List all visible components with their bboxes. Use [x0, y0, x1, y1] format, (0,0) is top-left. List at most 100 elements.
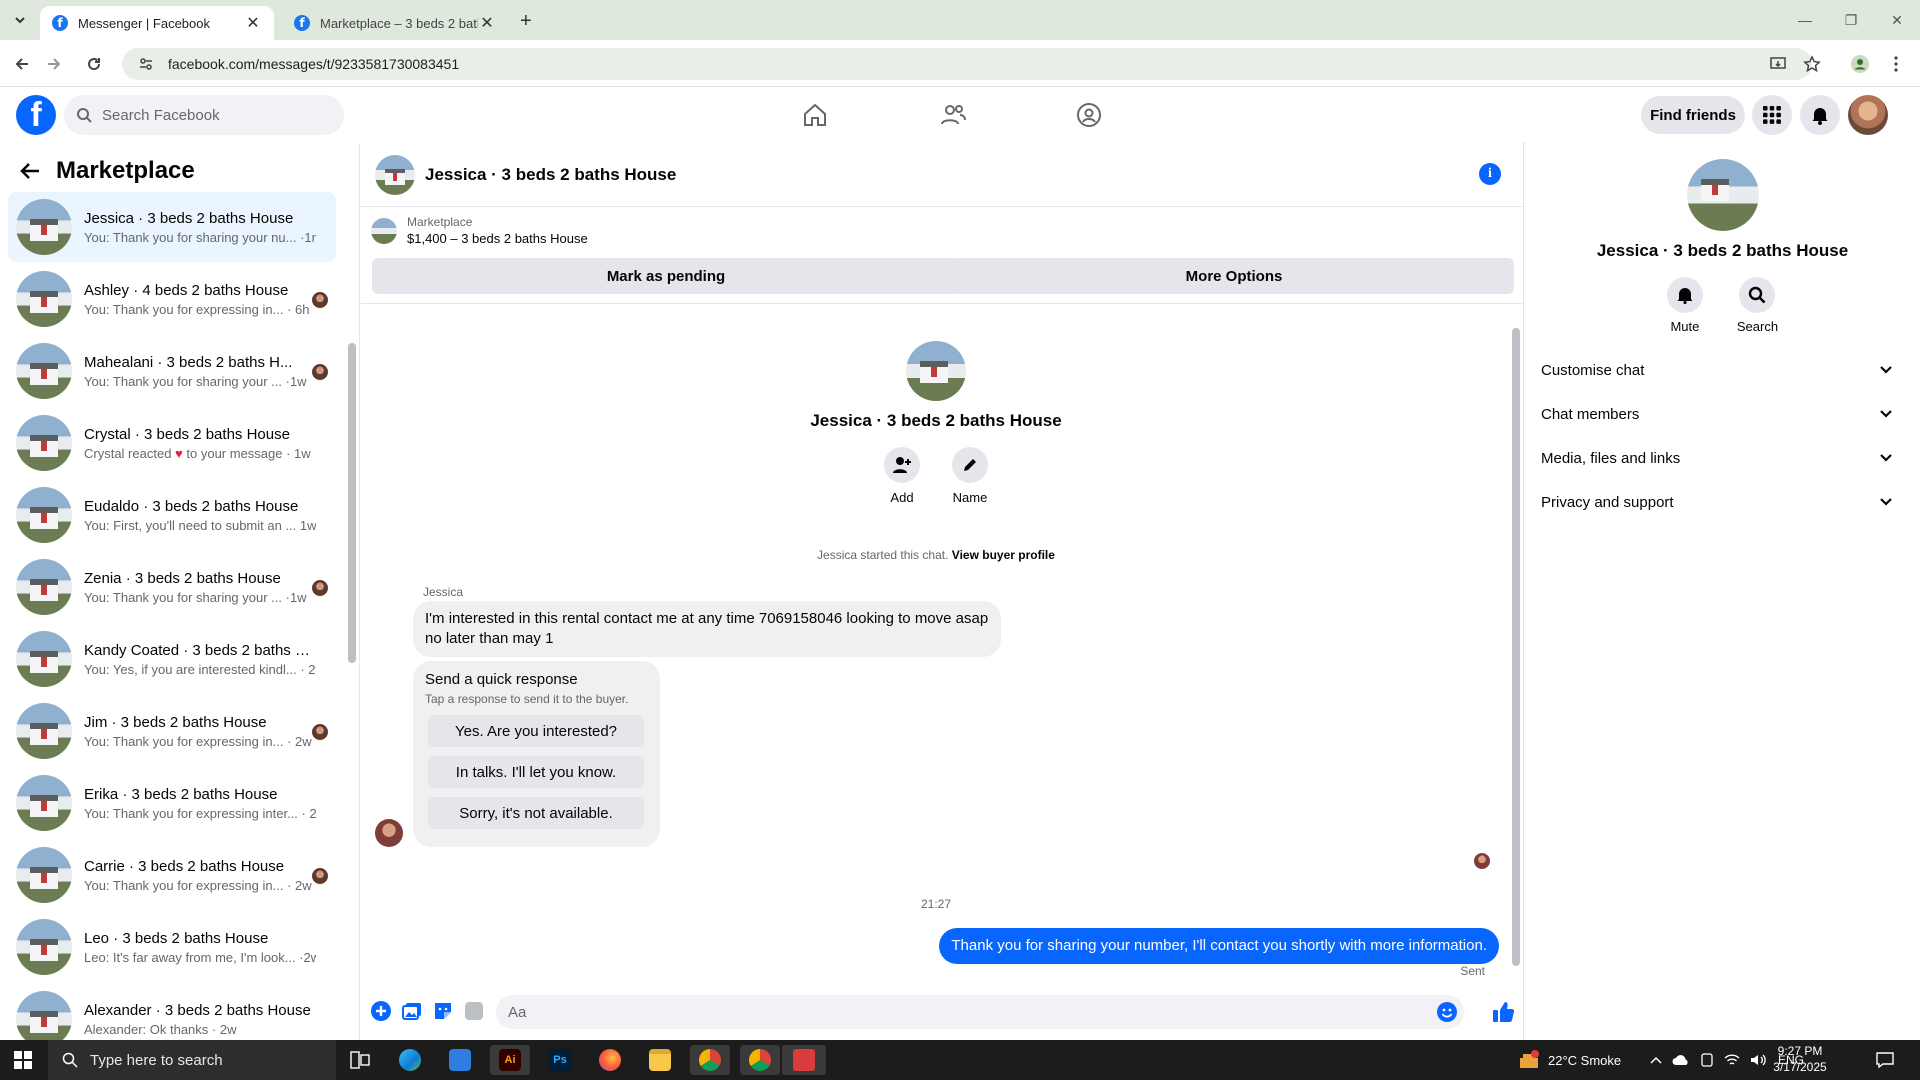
task-view-icon[interactable] — [340, 1045, 380, 1075]
marketplace-listing-bar[interactable]: Marketplace $1,400 – 3 beds 2 baths Hous… — [371, 215, 588, 246]
conversation-preview: Leo: It's far away from me, I'm look... … — [84, 949, 316, 965]
browser-tab-bar: f Messenger | Facebook ✕ f Marketplace –… — [0, 0, 1920, 40]
conversation-name: Eudaldo · 3 beds 2 baths House — [84, 497, 299, 515]
customise-chat-section[interactable]: Customise chat — [1525, 348, 1920, 392]
tab-marketplace[interactable]: f Marketplace – 3 beds 2 baths H ✕ — [282, 6, 508, 40]
name-chat-button[interactable]: Name — [952, 447, 988, 505]
tab-close-icon[interactable]: ✕ — [244, 14, 262, 32]
illustrator-app-icon[interactable]: Ai — [490, 1045, 530, 1075]
restore-icon[interactable]: ❐ — [1828, 0, 1874, 40]
facebook-logo[interactable]: f — [16, 95, 56, 135]
windows-start-icon[interactable] — [14, 1051, 32, 1069]
file-explorer-icon[interactable] — [640, 1045, 680, 1075]
listing-thumbnail[interactable] — [375, 154, 415, 195]
wifi-icon[interactable] — [1724, 1053, 1740, 1067]
browser-menu-icon[interactable] — [1884, 52, 1908, 76]
media-files-links-section[interactable]: Media, files and links — [1525, 436, 1920, 480]
taskbar-search-input[interactable]: Type here to search — [48, 1040, 336, 1080]
bell-icon — [1666, 277, 1703, 313]
quick-response-option[interactable]: In talks. I'll let you know. — [428, 756, 644, 788]
search-icon — [62, 1052, 78, 1068]
conversation-item[interactable]: Ashley · 4 beds 2 baths House You: Thank … — [8, 264, 336, 334]
account-avatar[interactable] — [1848, 95, 1888, 135]
facebook-search-input[interactable]: Search Facebook — [64, 95, 344, 135]
photo-gallery-icon[interactable] — [401, 1000, 423, 1022]
url-bar[interactable]: facebook.com/messages/t/9233581730083451 — [122, 48, 1812, 80]
groups-icon[interactable] — [1071, 97, 1107, 133]
new-tab-plus-icon[interactable]: + — [520, 10, 532, 33]
chat-scrollbar[interactable] — [1512, 328, 1520, 966]
tab-close-icon[interactable]: ✕ — [478, 14, 496, 32]
site-settings-icon[interactable] — [138, 56, 158, 72]
quick-response-option[interactable]: Yes. Are you interested? — [428, 715, 644, 747]
outgoing-message[interactable]: Thank you for sharing your number, I'll … — [939, 928, 1499, 964]
tab-search-chevron-icon[interactable] — [8, 8, 32, 32]
bookmark-star-icon[interactable] — [1800, 52, 1824, 76]
chat-members-section[interactable]: Chat members — [1525, 392, 1920, 436]
add-people-button[interactable]: Add — [884, 447, 920, 505]
conversation-item[interactable]: Jim · 3 beds 2 baths House You: Thank you… — [8, 696, 336, 766]
friends-icon[interactable] — [935, 97, 971, 133]
listing-thumbnail — [16, 919, 72, 975]
thumbs-up-icon[interactable] — [1491, 1000, 1515, 1024]
conversation-item[interactable]: Carrie · 3 beds 2 baths House You: Thank … — [8, 840, 336, 910]
section-label: Chat members — [1541, 405, 1640, 423]
edge-browser-icon[interactable] — [390, 1045, 430, 1075]
mark-as-pending-button[interactable]: Mark as pending — [372, 258, 960, 294]
close-window-icon[interactable]: ✕ — [1874, 0, 1920, 40]
install-app-icon[interactable] — [1766, 52, 1790, 76]
chevron-up-icon[interactable] — [1650, 1056, 1662, 1064]
info-icon[interactable]: i — [1479, 163, 1501, 185]
sticker-icon[interactable] — [432, 1000, 454, 1022]
read-receipt-avatar — [312, 868, 328, 884]
conversation-item[interactable]: Crystal · 3 beds 2 baths House Crystal re… — [8, 408, 336, 478]
search-in-chat-button[interactable]: Search — [1737, 277, 1778, 334]
incoming-message[interactable]: I'm interested in this rental contact me… — [413, 601, 1001, 657]
notification-center-icon[interactable] — [1876, 1040, 1894, 1080]
privacy-support-section[interactable]: Privacy and support — [1525, 480, 1920, 524]
conversation-item[interactable]: Jessica · 3 beds 2 baths House You: Thank… — [8, 192, 336, 262]
mute-button[interactable]: Mute — [1666, 277, 1703, 334]
gif-icon[interactable] — [463, 1000, 485, 1022]
microsoft-store-icon[interactable] — [440, 1045, 480, 1075]
home-icon[interactable] — [797, 97, 833, 133]
emoji-icon[interactable] — [1437, 1002, 1457, 1022]
notifications-bell-icon[interactable] — [1800, 95, 1840, 135]
conversation-item[interactable]: Erika · 3 beds 2 baths House You: Thank y… — [8, 768, 336, 838]
conversation-item[interactable]: Eudaldo · 3 beds 2 baths House You: First… — [8, 480, 336, 550]
photoshop-app-icon[interactable]: Ps — [540, 1045, 580, 1075]
menu-grid-icon[interactable] — [1752, 95, 1792, 135]
onedrive-cloud-icon[interactable] — [1672, 1054, 1690, 1066]
back-arrow-icon[interactable] — [20, 162, 40, 180]
conversation-item[interactable]: Kandy Coated · 3 beds 2 baths H... You: Y… — [8, 624, 336, 694]
conversation-item[interactable]: Zenia · 3 beds 2 baths House You: Thank y… — [8, 552, 336, 622]
find-friends-button[interactable]: Find friends — [1641, 96, 1745, 134]
sidebar-scrollbar[interactable] — [348, 343, 356, 663]
firefox-icon[interactable] — [590, 1045, 630, 1075]
quick-response-option[interactable]: Sorry, it's not available. — [428, 797, 644, 829]
chrome-icon[interactable] — [740, 1045, 780, 1075]
tab-messenger[interactable]: f Messenger | Facebook ✕ — [40, 6, 274, 40]
back-arrow-icon[interactable] — [8, 50, 36, 78]
view-buyer-profile-link[interactable]: View buyer profile — [952, 548, 1055, 562]
profile-icon[interactable] — [1848, 52, 1872, 76]
reload-icon[interactable] — [80, 50, 108, 78]
minimize-icon[interactable]: — — [1782, 0, 1828, 40]
more-options-button[interactable]: More Options — [954, 258, 1514, 294]
search-label: Search — [1736, 319, 1779, 334]
chrome-profile-icon[interactable] — [690, 1045, 730, 1075]
taskbar-clock[interactable]: 9:27 PM 3/17/2025 — [1764, 1043, 1836, 1075]
conversation-item[interactable]: Alexander · 3 beds 2 baths House Alexande… — [8, 984, 336, 1040]
weather-widget[interactable]: 22°C Smoke — [1518, 1040, 1621, 1080]
chat-title[interactable]: Jessica · 3 beds 2 baths House — [425, 165, 676, 185]
message-input[interactable]: Aa — [496, 995, 1464, 1029]
conversation-item[interactable]: Mahealani · 3 beds 2 baths H... You: Than… — [8, 336, 336, 406]
listing-thumbnail — [16, 343, 72, 399]
plus-circle-icon[interactable] — [370, 1000, 392, 1022]
conversation-item[interactable]: Leo · 3 beds 2 baths House Leo: It's far … — [8, 912, 336, 982]
app-icon[interactable] — [782, 1045, 826, 1075]
sender-avatar[interactable] — [375, 819, 403, 847]
forward-arrow-icon[interactable] — [40, 50, 68, 78]
conversation-name: Erika · 3 beds 2 baths House — [84, 785, 278, 803]
device-icon[interactable] — [1700, 1053, 1714, 1067]
